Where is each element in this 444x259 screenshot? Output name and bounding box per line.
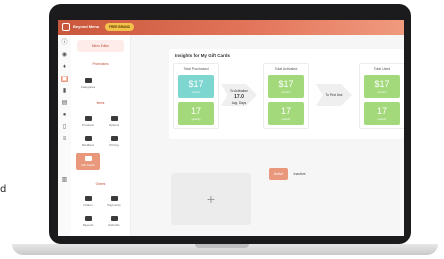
price-icon (110, 136, 118, 141)
card-heading: Total Used (373, 67, 391, 71)
sidebar-group-orders[interactable]: Orders (77, 178, 124, 190)
amount-value: $17 (188, 79, 204, 89)
wallet-icon (110, 196, 118, 201)
top-bar: Beyond Menu FREE BRAND (58, 20, 404, 35)
card-total-purchased: Total Purchased $17 amount 17 quantity (173, 63, 219, 129)
store-icon[interactable]: ▣ (61, 76, 68, 82)
quantity-label: quantity (191, 118, 201, 121)
info-icon[interactable]: ⓘ (61, 40, 68, 46)
sidebar-tile-0[interactable]: Categories (76, 75, 100, 92)
icon-rail: ⓘ ◉ ♦ ▣ ▮ ▤ ● ▯ ≡ ▥ (58, 35, 71, 236)
refund-icon (110, 216, 118, 221)
table-icon[interactable]: ▤ (61, 100, 68, 106)
quantity-value: 17 (280, 106, 291, 116)
phone-icon[interactable]: ▯ (61, 124, 68, 130)
amount-box: $17 amount (178, 75, 214, 98)
cart-icon (84, 196, 92, 201)
app-logo-icon (62, 23, 70, 31)
tab-active[interactable]: Active (269, 168, 288, 180)
globe-icon[interactable]: ◉ (61, 52, 68, 58)
arrow-sub: Avg. Days (231, 101, 247, 105)
arrow-value: 17.0 (234, 94, 244, 100)
sidebar-tile-1[interactable]: Products (76, 113, 100, 130)
card-total-used: Total Used $17 amount 17 quantity (359, 63, 404, 129)
quantity-box: 17 quantity (178, 102, 214, 125)
book-icon[interactable]: ▥ (61, 177, 68, 183)
amount-value: $17 (374, 79, 390, 89)
quantity-label: quantity (377, 118, 387, 121)
sidebar-group-items[interactable]: Items (77, 97, 124, 109)
quantity-box: 17 quantity (268, 102, 304, 125)
card-heading: Total Activated (274, 67, 298, 71)
sidebar-group-promotions[interactable]: Promotions (77, 58, 124, 70)
report-icon (84, 216, 92, 221)
bookmark-icon[interactable]: ▮ (61, 88, 68, 94)
page-title: Insights for My Gift Cards (175, 53, 231, 58)
sidebar-group-menu-editor[interactable]: Menu Editor (77, 40, 124, 52)
quantity-label: quantity (281, 118, 291, 121)
modifier-icon (84, 136, 92, 141)
amount-label: amount (191, 91, 201, 94)
app-title: Beyond Menu (73, 24, 100, 29)
sidebar-tile-9[interactable]: Refunds (102, 213, 126, 230)
arrow-label: To Activation (230, 89, 248, 93)
sidebar-tile-gift-cards[interactable]: Gift Cards (76, 153, 100, 170)
quantity-box: 17 quantity (364, 102, 400, 125)
arrow-to-first-use: To First Use (316, 80, 352, 108)
add-gift-card-button[interactable]: + (171, 173, 251, 225)
grid-icon (84, 78, 92, 83)
quantity-value: 17 (376, 106, 387, 116)
sidebar-tile-2[interactable]: Options (102, 113, 126, 130)
laptop-notch (195, 244, 249, 248)
chat-icon[interactable]: ● (61, 112, 68, 118)
sidebar-tile-4[interactable]: Pricing (102, 133, 126, 150)
stray-text: d (0, 184, 7, 195)
tab-inactive[interactable]: Inactive (289, 168, 310, 180)
amount-box: $17 amount (364, 75, 400, 98)
sidebar-tile-3[interactable]: Modifiers (76, 133, 100, 150)
arrow-to-activation: To Activation 17.0 Avg. Days (221, 80, 257, 108)
sidebar-panel: Menu Editor Promotions Categories Items … (71, 35, 131, 236)
amount-box: $17 amount (268, 75, 304, 98)
plan-badge[interactable]: FREE BRAND (105, 23, 134, 31)
card-total-activated: Total Activated $17 amount 17 quantity (263, 63, 309, 129)
options-icon (110, 116, 118, 121)
amount-value: $17 (278, 79, 294, 89)
gift-card-icon (84, 156, 92, 161)
list-icon[interactable]: ≡ (61, 136, 68, 142)
box-icon (84, 116, 92, 121)
sidebar-tile-6[interactable]: Orders (76, 193, 100, 210)
amount-label: amount (377, 91, 387, 94)
sidebar-tile-8[interactable]: Reports (76, 213, 100, 230)
star-icon[interactable]: ♦ (61, 64, 68, 70)
arrow-label: To First Use (325, 93, 343, 97)
amount-label: amount (281, 91, 291, 94)
insights-panel: Insights for My Gift Cards Total Purchas… (169, 49, 404, 139)
quantity-value: 17 (190, 106, 201, 116)
sidebar-tile-7[interactable]: Payments (102, 193, 126, 210)
card-heading: Total Purchased (183, 67, 209, 71)
